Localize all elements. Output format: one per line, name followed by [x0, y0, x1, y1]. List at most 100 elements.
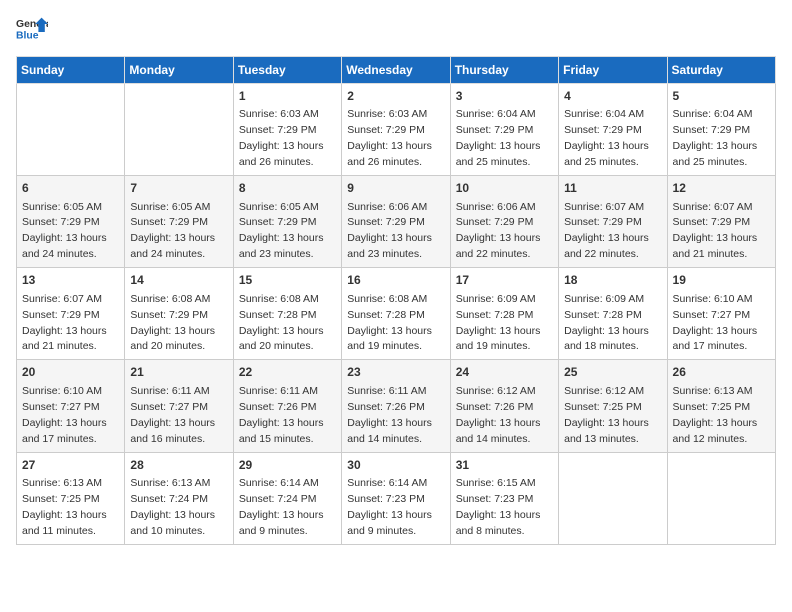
day-detail: Sunrise: 6:09 AM Sunset: 7:28 PM Dayligh…: [456, 293, 541, 353]
day-number: 14: [130, 272, 227, 289]
day-cell-1-3: 9 Sunrise: 6:06 AM Sunset: 7:29 PM Daylig…: [342, 176, 450, 268]
header-saturday: Saturday: [667, 57, 775, 84]
day-number: 27: [22, 457, 119, 474]
day-number: 7: [130, 180, 227, 197]
day-number: 17: [456, 272, 553, 289]
day-cell-1-6: 12 Sunrise: 6:07 AM Sunset: 7:29 PM Dayli…: [667, 176, 775, 268]
day-number: 6: [22, 180, 119, 197]
day-cell-3-4: 24 Sunrise: 6:12 AM Sunset: 7:26 PM Dayli…: [450, 360, 558, 452]
day-number: 16: [347, 272, 444, 289]
day-cell-1-1: 7 Sunrise: 6:05 AM Sunset: 7:29 PM Daylig…: [125, 176, 233, 268]
day-cell-1-4: 10Sunrise: 6:06 AM Sunset: 7:29 PM Dayli…: [450, 176, 558, 268]
day-detail: Sunrise: 6:15 AM Sunset: 7:23 PM Dayligh…: [456, 477, 541, 537]
day-cell-1-2: 8 Sunrise: 6:05 AM Sunset: 7:29 PM Daylig…: [233, 176, 341, 268]
day-detail: Sunrise: 6:09 AM Sunset: 7:28 PM Dayligh…: [564, 293, 649, 353]
week-row-4: 20 Sunrise: 6:10 AM Sunset: 7:27 PM Dayli…: [17, 360, 776, 452]
day-detail: Sunrise: 6:03 AM Sunset: 7:29 PM Dayligh…: [239, 108, 324, 168]
day-number: 18: [564, 272, 661, 289]
day-number: 2: [347, 88, 444, 105]
day-cell-2-4: 17 Sunrise: 6:09 AM Sunset: 7:28 PM Dayli…: [450, 268, 558, 360]
day-number: 26: [673, 364, 770, 381]
day-cell-4-2: 29Sunrise: 6:14 AM Sunset: 7:24 PM Dayli…: [233, 452, 341, 544]
day-number: 24: [456, 364, 553, 381]
day-number: 3: [456, 88, 553, 105]
week-row-5: 27 Sunrise: 6:13 AM Sunset: 7:25 PM Dayli…: [17, 452, 776, 544]
day-cell-2-2: 15Sunrise: 6:08 AM Sunset: 7:28 PM Dayli…: [233, 268, 341, 360]
week-row-3: 13 Sunrise: 6:07 AM Sunset: 7:29 PM Dayli…: [17, 268, 776, 360]
day-number: 19: [673, 272, 770, 289]
header-friday: Friday: [559, 57, 667, 84]
day-cell-4-4: 31Sunrise: 6:15 AM Sunset: 7:23 PM Dayli…: [450, 452, 558, 544]
day-detail: Sunrise: 6:11 AM Sunset: 7:26 PM Dayligh…: [347, 385, 432, 445]
day-number: 29: [239, 457, 336, 474]
day-number: 30: [347, 457, 444, 474]
day-number: 22: [239, 364, 336, 381]
logo: General Blue: [16, 16, 48, 44]
day-detail: Sunrise: 6:05 AM Sunset: 7:29 PM Dayligh…: [239, 201, 324, 261]
day-cell-2-5: 18 Sunrise: 6:09 AM Sunset: 7:28 PM Dayli…: [559, 268, 667, 360]
day-cell-0-4: 3 Sunrise: 6:04 AM Sunset: 7:29 PM Daylig…: [450, 84, 558, 176]
day-number: 13: [22, 272, 119, 289]
day-cell-2-6: 19 Sunrise: 6:10 AM Sunset: 7:27 PM Dayli…: [667, 268, 775, 360]
day-number: 28: [130, 457, 227, 474]
day-cell-1-0: 6 Sunrise: 6:05 AM Sunset: 7:29 PM Daylig…: [17, 176, 125, 268]
day-cell-3-0: 20 Sunrise: 6:10 AM Sunset: 7:27 PM Dayli…: [17, 360, 125, 452]
day-detail: Sunrise: 6:14 AM Sunset: 7:23 PM Dayligh…: [347, 477, 432, 537]
day-number: 9: [347, 180, 444, 197]
day-cell-4-3: 30 Sunrise: 6:14 AM Sunset: 7:23 PM Dayli…: [342, 452, 450, 544]
day-detail: Sunrise: 6:08 AM Sunset: 7:29 PM Dayligh…: [130, 293, 215, 353]
day-cell-4-5: [559, 452, 667, 544]
day-cell-0-5: 4 Sunrise: 6:04 AM Sunset: 7:29 PM Daylig…: [559, 84, 667, 176]
day-cell-2-3: 16 Sunrise: 6:08 AM Sunset: 7:28 PM Dayli…: [342, 268, 450, 360]
day-detail: Sunrise: 6:04 AM Sunset: 7:29 PM Dayligh…: [673, 108, 758, 168]
day-detail: Sunrise: 6:04 AM Sunset: 7:29 PM Dayligh…: [564, 108, 649, 168]
day-detail: Sunrise: 6:12 AM Sunset: 7:26 PM Dayligh…: [456, 385, 541, 445]
svg-text:Blue: Blue: [16, 30, 39, 41]
day-detail: Sunrise: 6:11 AM Sunset: 7:26 PM Dayligh…: [239, 385, 324, 445]
day-detail: Sunrise: 6:13 AM Sunset: 7:25 PM Dayligh…: [673, 385, 758, 445]
week-row-2: 6 Sunrise: 6:05 AM Sunset: 7:29 PM Daylig…: [17, 176, 776, 268]
day-detail: Sunrise: 6:11 AM Sunset: 7:27 PM Dayligh…: [130, 385, 215, 445]
day-detail: Sunrise: 6:12 AM Sunset: 7:25 PM Dayligh…: [564, 385, 649, 445]
day-number: 4: [564, 88, 661, 105]
day-cell-0-0: [17, 84, 125, 176]
header-sunday: Sunday: [17, 57, 125, 84]
day-detail: Sunrise: 6:05 AM Sunset: 7:29 PM Dayligh…: [130, 201, 215, 261]
day-number: 5: [673, 88, 770, 105]
day-cell-3-3: 23 Sunrise: 6:11 AM Sunset: 7:26 PM Dayli…: [342, 360, 450, 452]
day-detail: Sunrise: 6:05 AM Sunset: 7:29 PM Dayligh…: [22, 201, 107, 261]
day-detail: Sunrise: 6:13 AM Sunset: 7:25 PM Dayligh…: [22, 477, 107, 537]
day-number: 15: [239, 272, 336, 289]
header-wednesday: Wednesday: [342, 57, 450, 84]
header-tuesday: Tuesday: [233, 57, 341, 84]
day-number: 12: [673, 180, 770, 197]
day-cell-2-0: 13 Sunrise: 6:07 AM Sunset: 7:29 PM Dayli…: [17, 268, 125, 360]
day-cell-1-5: 11 Sunrise: 6:07 AM Sunset: 7:29 PM Dayli…: [559, 176, 667, 268]
day-number: 11: [564, 180, 661, 197]
day-detail: Sunrise: 6:06 AM Sunset: 7:29 PM Dayligh…: [347, 201, 432, 261]
calendar-header: SundayMondayTuesdayWednesdayThursdayFrid…: [17, 57, 776, 84]
day-cell-3-1: 21Sunrise: 6:11 AM Sunset: 7:27 PM Dayli…: [125, 360, 233, 452]
day-detail: Sunrise: 6:03 AM Sunset: 7:29 PM Dayligh…: [347, 108, 432, 168]
day-cell-3-6: 26 Sunrise: 6:13 AM Sunset: 7:25 PM Dayli…: [667, 360, 775, 452]
day-cell-0-1: [125, 84, 233, 176]
logo-icon: General Blue: [16, 16, 48, 44]
day-cell-0-6: 5 Sunrise: 6:04 AM Sunset: 7:29 PM Daylig…: [667, 84, 775, 176]
day-number: 10: [456, 180, 553, 197]
day-number: 1: [239, 88, 336, 105]
day-cell-2-1: 14 Sunrise: 6:08 AM Sunset: 7:29 PM Dayli…: [125, 268, 233, 360]
day-detail: Sunrise: 6:10 AM Sunset: 7:27 PM Dayligh…: [673, 293, 758, 353]
day-detail: Sunrise: 6:10 AM Sunset: 7:27 PM Dayligh…: [22, 385, 107, 445]
day-cell-4-1: 28Sunrise: 6:13 AM Sunset: 7:24 PM Dayli…: [125, 452, 233, 544]
day-number: 20: [22, 364, 119, 381]
day-number: 8: [239, 180, 336, 197]
day-detail: Sunrise: 6:08 AM Sunset: 7:28 PM Dayligh…: [347, 293, 432, 353]
day-number: 23: [347, 364, 444, 381]
day-detail: Sunrise: 6:04 AM Sunset: 7:29 PM Dayligh…: [456, 108, 541, 168]
day-number: 25: [564, 364, 661, 381]
day-detail: Sunrise: 6:07 AM Sunset: 7:29 PM Dayligh…: [564, 201, 649, 261]
calendar-body: 1 Sunrise: 6:03 AM Sunset: 7:29 PM Daylig…: [17, 84, 776, 545]
day-cell-3-5: 25 Sunrise: 6:12 AM Sunset: 7:25 PM Dayli…: [559, 360, 667, 452]
day-detail: Sunrise: 6:07 AM Sunset: 7:29 PM Dayligh…: [673, 201, 758, 261]
day-detail: Sunrise: 6:07 AM Sunset: 7:29 PM Dayligh…: [22, 293, 107, 353]
